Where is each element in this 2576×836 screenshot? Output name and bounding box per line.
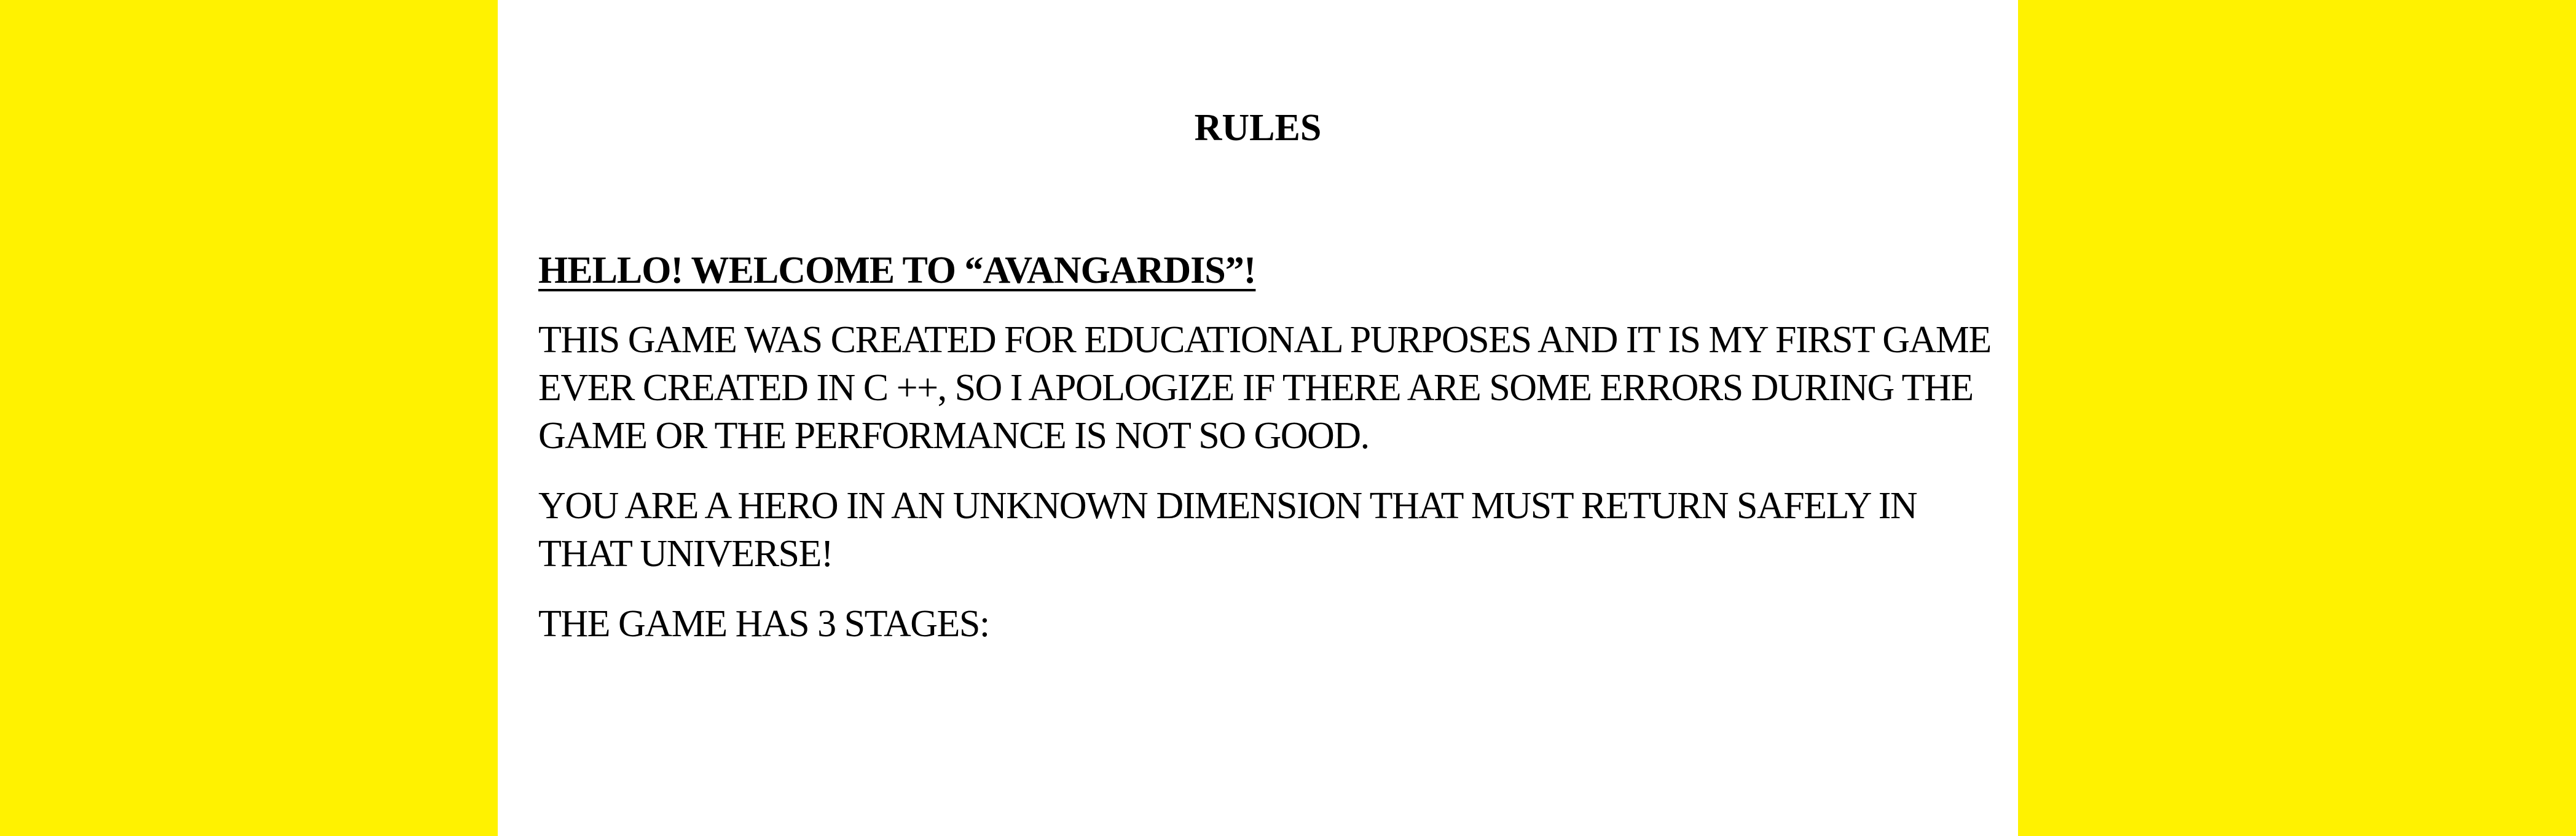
intro-paragraph: THIS GAME WAS CREATED FOR EDUCATIONAL PU… [538,319,1992,457]
rules-content: HELLO! WELCOME TO “AVANGARDIS”! THIS GAM… [538,246,2001,670]
welcome-heading: HELLO! WELCOME TO “AVANGARDIS”! [538,250,1256,291]
right-yellow-background [2018,0,2576,836]
left-yellow-background [0,0,498,836]
rules-page[interactable]: RULES HELLO! WELCOME TO “AVANGARDIS”! TH… [498,0,2018,836]
stages-paragraph: THE GAME HAS 3 STAGES: [538,603,990,645]
rules-title: RULES [1194,107,1322,149]
story-paragraph: YOU ARE A HERO IN AN UNKNOWN DIMENSION T… [538,485,1918,575]
